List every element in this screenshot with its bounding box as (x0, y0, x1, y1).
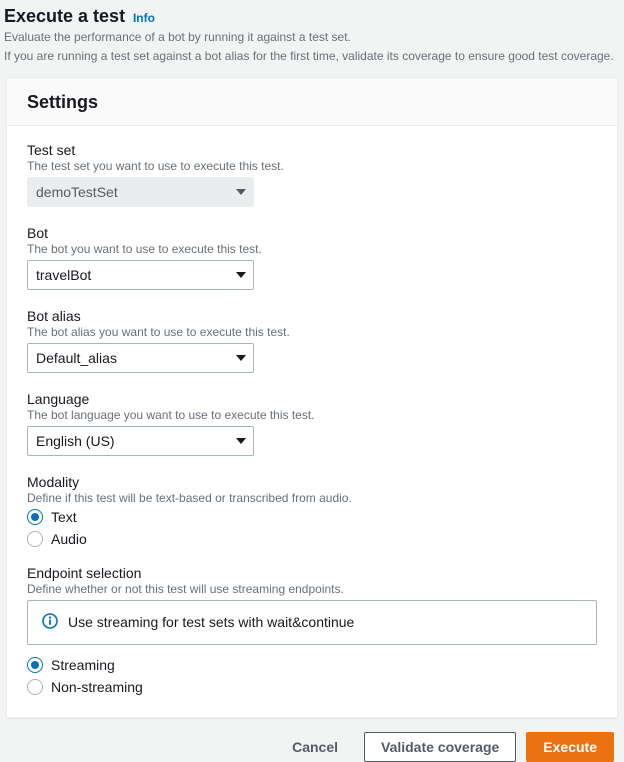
modality-field: Modality Define if this test will be tex… (27, 474, 597, 547)
modality-hint: Define if this test will be text-based o… (27, 491, 597, 505)
radio-icon (27, 531, 43, 547)
endpoint-radio-nonstreaming-label: Non-streaming (51, 679, 143, 695)
endpoint-radio-streaming-label: Streaming (51, 657, 115, 673)
page-description-2: If you are running a test set against a … (4, 48, 616, 65)
endpoint-radio-nonstreaming[interactable]: Non-streaming (27, 679, 597, 695)
modality-radio-text-label: Text (51, 509, 77, 525)
modality-radio-audio[interactable]: Audio (27, 531, 597, 547)
page-title: Execute a test (4, 6, 125, 26)
endpoint-info-box: Use streaming for test sets with wait&co… (27, 600, 597, 645)
endpoint-field: Endpoint selection Define whether or not… (27, 565, 597, 695)
alias-hint: The bot alias you want to use to execute… (27, 325, 597, 339)
language-select[interactable]: English (US) (27, 426, 254, 456)
footer-actions: Cancel Validate coverage Execute (0, 718, 624, 762)
modality-radio-audio-label: Audio (51, 531, 87, 547)
bot-label: Bot (27, 225, 597, 241)
alias-label: Bot alias (27, 308, 597, 324)
radio-icon (27, 679, 43, 695)
bot-field: Bot The bot you want to use to execute t… (27, 225, 597, 290)
testset-select[interactable]: demoTestSet (27, 177, 254, 207)
endpoint-info-text: Use streaming for test sets with wait&co… (68, 614, 354, 630)
testset-label: Test set (27, 142, 597, 158)
language-label: Language (27, 391, 597, 407)
testset-field: Test set The test set you want to use to… (27, 142, 597, 207)
language-field: Language The bot language you want to us… (27, 391, 597, 456)
validate-coverage-button[interactable]: Validate coverage (364, 732, 516, 762)
endpoint-hint: Define whether or not this test will use… (27, 582, 597, 596)
endpoint-radio-streaming[interactable]: Streaming (27, 657, 597, 673)
testset-hint: The test set you want to use to execute … (27, 159, 597, 173)
alias-select[interactable]: Default_alias (27, 343, 254, 373)
info-icon (42, 613, 58, 632)
bot-hint: The bot you want to use to execute this … (27, 242, 597, 256)
page-description-1: Evaluate the performance of a bot by run… (4, 29, 616, 46)
endpoint-label: Endpoint selection (27, 565, 597, 581)
bot-select[interactable]: travelBot (27, 260, 254, 290)
language-hint: The bot language you want to use to exec… (27, 408, 597, 422)
info-link[interactable]: Info (133, 11, 155, 25)
execute-button[interactable]: Execute (526, 732, 614, 762)
radio-icon (27, 657, 43, 673)
radio-icon (27, 509, 43, 525)
modality-label: Modality (27, 474, 597, 490)
alias-field: Bot alias The bot alias you want to use … (27, 308, 597, 373)
modality-radio-text[interactable]: Text (27, 509, 597, 525)
cancel-button[interactable]: Cancel (276, 732, 354, 762)
settings-heading: Settings (27, 92, 597, 113)
settings-panel: Settings Test set The test set you want … (6, 77, 618, 718)
